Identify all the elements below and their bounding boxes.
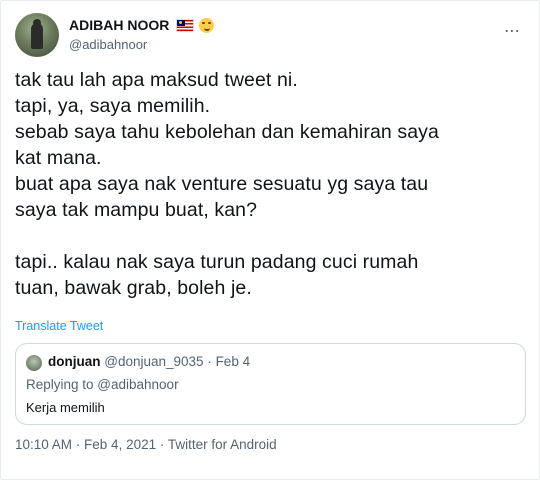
author-handle[interactable]: @adibahnoor	[69, 37, 214, 52]
author-avatar[interactable]	[15, 13, 59, 57]
meta-separator-2: ·	[156, 437, 168, 452]
quoted-author-avatar	[26, 355, 42, 371]
replying-to-handle: @adibahnoor	[97, 377, 179, 392]
tweet-source[interactable]: Twitter for Android	[168, 437, 277, 452]
author-display-name[interactable]: ADIBAH NOOR	[69, 17, 169, 33]
malaysia-flag-icon	[176, 18, 195, 32]
translate-tweet-link[interactable]: Translate Tweet	[15, 319, 103, 333]
more-options-icon[interactable]: ⋯	[504, 21, 521, 41]
tweet-date[interactable]: Feb 4, 2021	[84, 437, 156, 452]
tweet-meta: 10:10 AM · Feb 4, 2021 · Twitter for And…	[15, 437, 277, 452]
author-names: ADIBAH NOOR @adibahnoor	[69, 15, 215, 52]
quoted-tweet[interactable]: donjuan @donjuan_9035 · Feb 4 Replying t…	[15, 343, 526, 425]
quoted-author-row: donjuan @donjuan_9035 · Feb 4	[48, 354, 250, 369]
quoted-date: Feb 4	[215, 354, 251, 369]
tweet-time[interactable]: 10:10 AM	[15, 437, 72, 452]
tweet-header: ADIBAH NOOR @adibahnoor ⋯	[15, 13, 525, 57]
tweet-text: tak tau lah apa maksud tweet ni. tapi, y…	[15, 69, 439, 299]
quoted-author-name: donjuan	[48, 354, 101, 369]
quoted-replying-to: Replying to @adibahnoor	[26, 377, 179, 392]
quoted-separator: ·	[203, 354, 216, 369]
meta-separator-1: ·	[72, 437, 85, 452]
quoted-author-handle: @donjuan_9035	[104, 354, 204, 369]
tweet-card: ADIBAH NOOR @adibahnoor ⋯ tak tau lah ap…	[0, 0, 540, 480]
replying-prefix: Replying to	[26, 377, 98, 392]
smiling-devil-emoji-icon	[199, 17, 215, 33]
quoted-text: Kerja memilih	[26, 400, 105, 415]
